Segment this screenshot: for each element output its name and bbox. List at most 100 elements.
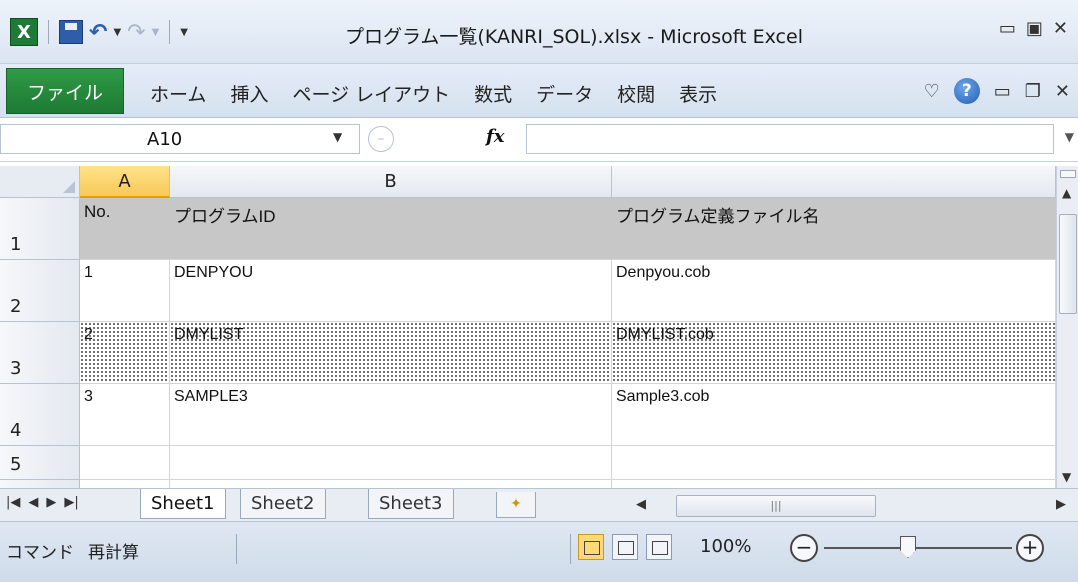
- expand-formula-bar-icon[interactable]: ▼: [1065, 130, 1074, 144]
- zoom-level[interactable]: 100%: [700, 536, 751, 557]
- row-header[interactable]: 3: [0, 322, 80, 384]
- toolbar-separator: [169, 20, 171, 44]
- cell[interactable]: SAMPLE3: [170, 384, 612, 446]
- scroll-thumb[interactable]: [1059, 214, 1077, 314]
- insert-function-button[interactable]: fx: [486, 126, 504, 147]
- status-divider: [570, 534, 571, 564]
- view-buttons: [578, 534, 672, 560]
- last-sheet-icon[interactable]: ▶|: [64, 495, 78, 510]
- ribbon-controls: ♡ ? ▭ ❐ ✕: [924, 78, 1070, 104]
- cancel-entry-icon: –: [368, 126, 394, 152]
- cell[interactable]: Sample3.cob: [612, 384, 1056, 446]
- zoom-slider-thumb[interactable]: [900, 536, 916, 558]
- insert-sheet-icon[interactable]: ✦: [496, 492, 536, 518]
- row-header[interactable]: 6: [0, 480, 80, 488]
- title-bar: X ↶ ▼ ↷ ▼ ▼ プログラム一覧(KANRI_SOL).xlsx - Mi…: [0, 0, 1078, 64]
- first-sheet-icon[interactable]: |◀: [6, 495, 20, 510]
- cell[interactable]: [612, 480, 1056, 488]
- split-box[interactable]: [1060, 170, 1076, 178]
- cell[interactable]: プログラムID: [170, 198, 612, 260]
- undo-dropdown-icon[interactable]: ▼: [113, 27, 121, 38]
- tab-home[interactable]: ホーム: [150, 80, 206, 107]
- column-header-a[interactable]: A: [80, 166, 170, 198]
- tab-insert[interactable]: 挿入: [230, 80, 268, 107]
- minimize-icon[interactable]: ▭: [999, 18, 1016, 39]
- column-header-c[interactable]: [612, 166, 1056, 198]
- vertical-scrollbar[interactable]: ▲ ▼: [1056, 166, 1078, 488]
- ribbon-minimize-icon[interactable]: ♡: [924, 81, 940, 102]
- cell[interactable]: プログラム定義ファイル名: [612, 198, 1056, 260]
- horizontal-scrollbar[interactable]: ◀ ||| ▶: [636, 495, 1066, 517]
- row-header[interactable]: 2: [0, 260, 80, 322]
- tab-file[interactable]: ファイル: [6, 68, 124, 114]
- zoom-out-icon[interactable]: −: [790, 534, 818, 562]
- cell[interactable]: [612, 446, 1056, 480]
- column-header-b[interactable]: B: [170, 166, 612, 198]
- cell[interactable]: DMYLIST: [170, 322, 612, 384]
- tab-sheet1[interactable]: Sheet1: [140, 489, 226, 519]
- select-all-button[interactable]: [0, 166, 80, 198]
- table-row: 2 DMYLIST DMYLIST.cob: [80, 322, 1056, 384]
- close-icon[interactable]: ✕: [1053, 18, 1068, 39]
- page-break-view-icon[interactable]: [646, 534, 672, 560]
- chevron-down-icon[interactable]: ▼: [333, 130, 342, 144]
- sheet-nav-buttons: |◀ ◀ ▶ ▶|: [6, 495, 79, 510]
- status-calculate[interactable]: 再計算: [88, 538, 139, 563]
- cell[interactable]: [170, 480, 612, 488]
- page-layout-view-icon[interactable]: [612, 534, 638, 560]
- redo-icon[interactable]: ↷: [127, 20, 145, 45]
- customize-qat-icon[interactable]: ▼: [180, 27, 188, 38]
- tab-sheet2[interactable]: Sheet2: [240, 489, 326, 519]
- scroll-down-icon[interactable]: ▼: [1062, 470, 1071, 484]
- ribbon-tab-list: ホーム 挿入 ページ レイアウト 数式 データ 校閲 表示: [150, 80, 717, 107]
- cell[interactable]: 1: [80, 260, 170, 322]
- prev-sheet-icon[interactable]: ◀: [28, 495, 38, 510]
- formula-input[interactable]: [526, 124, 1054, 154]
- tab-sheet3[interactable]: Sheet3: [368, 489, 454, 519]
- help-icon[interactable]: ?: [953, 78, 980, 104]
- status-divider: [236, 534, 237, 564]
- name-box[interactable]: A10 ▼: [0, 124, 360, 154]
- function-area: – fx: [368, 124, 528, 154]
- row-header[interactable]: 4: [0, 384, 80, 446]
- table-row: 1 DENPYOU Denpyou.cob: [80, 260, 1056, 322]
- normal-view-icon[interactable]: [578, 534, 604, 560]
- window-title: プログラム一覧(KANRI_SOL).xlsx - Microsoft Exce…: [345, 26, 803, 48]
- excel-app-icon[interactable]: X: [10, 18, 38, 46]
- cell[interactable]: No.: [80, 198, 170, 260]
- cell[interactable]: DENPYOU: [170, 260, 612, 322]
- worksheet-grid[interactable]: A B 1 No. プログラムID プログラム定義ファイル名 2 1 DENPY…: [0, 166, 1056, 488]
- status-indicators: コマンド 再計算: [6, 538, 139, 563]
- scroll-left-icon[interactable]: ◀: [636, 497, 646, 512]
- zoom-slider-track[interactable]: [824, 547, 1012, 549]
- undo-icon[interactable]: ↶: [89, 20, 107, 45]
- zoom-in-icon[interactable]: +: [1016, 534, 1044, 562]
- tab-review[interactable]: 校閲: [617, 80, 655, 107]
- h-scroll-thumb[interactable]: |||: [676, 495, 876, 517]
- next-sheet-icon[interactable]: ▶: [46, 495, 56, 510]
- cell[interactable]: [80, 446, 170, 480]
- cell[interactable]: 3: [80, 384, 170, 446]
- row-header[interactable]: 1: [0, 198, 80, 260]
- cell[interactable]: Denpyou.cob: [612, 260, 1056, 322]
- tab-formulas[interactable]: 数式: [474, 80, 512, 107]
- tab-data[interactable]: データ: [536, 80, 593, 107]
- save-icon[interactable]: [59, 20, 83, 44]
- scroll-up-icon[interactable]: ▲: [1062, 186, 1071, 200]
- row-header[interactable]: 5: [0, 446, 80, 480]
- ribbon-tabs: ファイル ホーム 挿入 ページ レイアウト 数式 データ 校閲 表示 ♡ ? ▭…: [0, 64, 1078, 118]
- maximize-icon[interactable]: ▣: [1026, 18, 1043, 39]
- redo-dropdown-icon[interactable]: ▼: [152, 27, 160, 38]
- tab-page-layout[interactable]: ページ レイアウト: [292, 80, 450, 107]
- window-controls: ▭ ▣ ✕: [999, 18, 1068, 39]
- cell[interactable]: [80, 480, 170, 488]
- cell[interactable]: 2: [80, 322, 170, 384]
- cell[interactable]: DMYLIST.cob: [612, 322, 1056, 384]
- tab-view[interactable]: 表示: [679, 80, 717, 107]
- workbook-restore-icon[interactable]: ❐: [1025, 81, 1041, 102]
- scroll-right-icon[interactable]: ▶: [1056, 497, 1066, 512]
- cell[interactable]: [170, 446, 612, 480]
- workbook-minimize-icon[interactable]: ▭: [994, 81, 1011, 102]
- workbook-close-icon[interactable]: ✕: [1055, 81, 1070, 102]
- toolbar-separator: [48, 20, 49, 44]
